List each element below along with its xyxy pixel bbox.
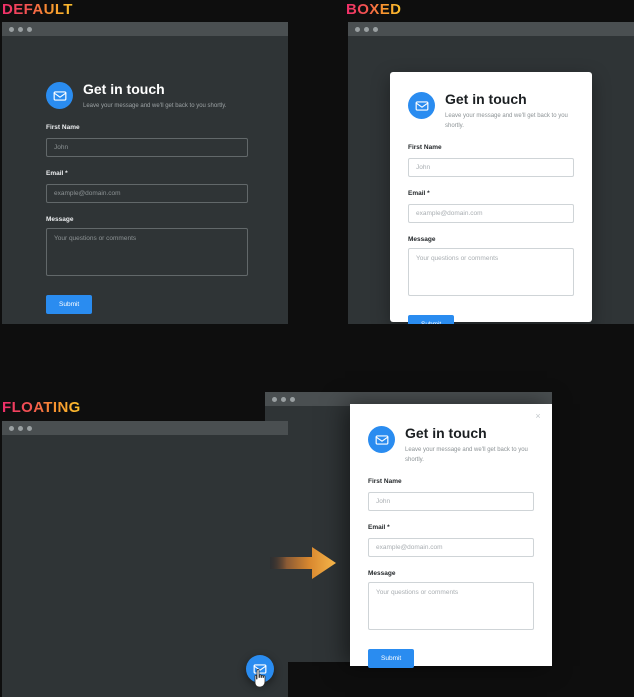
section-label-boxed: BOXED [346, 1, 402, 18]
form-subtitle: Leave your message and we'll get back to… [405, 447, 528, 463]
browser-window-default: Get in touch Leave your message and we'l… [2, 22, 288, 324]
right-arrow-icon [270, 547, 336, 579]
browser-window-floating-before [2, 421, 288, 697]
window-dot-close[interactable] [272, 396, 277, 402]
label-message: Message [368, 570, 396, 577]
first-name-input[interactable] [408, 158, 574, 177]
envelope-icon [368, 426, 395, 453]
contact-form-floating-panel: × Get in touch Leave your message and we… [350, 404, 552, 668]
label-message: Message [408, 236, 436, 243]
form-title: Get in touch [83, 81, 165, 97]
message-textarea[interactable] [408, 248, 574, 296]
label-message: Message [46, 216, 74, 223]
field-first-name: First Name [368, 478, 534, 511]
field-email: Email * [368, 524, 534, 557]
window-dot-maximize[interactable] [290, 396, 295, 402]
window-body: Get in touch Leave your message and we'l… [348, 36, 634, 324]
envelope-icon [46, 82, 73, 109]
form-header: Get in touch Leave your message and we'l… [408, 90, 574, 131]
form-subtitle: Leave your message and we'll get back to… [83, 103, 227, 109]
first-name-input[interactable] [46, 138, 248, 157]
label-email: Email * [408, 190, 430, 197]
label-first-name: First Name [46, 124, 80, 131]
form-header-text: Get in touch Leave your message and we'l… [405, 424, 534, 465]
window-titlebar [2, 22, 288, 36]
form-header-text: Get in touch Leave your message and we'l… [83, 80, 226, 111]
field-message: Message [368, 570, 534, 635]
window-dot-maximize[interactable] [373, 26, 378, 32]
first-name-input[interactable] [368, 492, 534, 511]
window-titlebar [2, 421, 288, 435]
submit-button[interactable]: Submit [408, 315, 455, 324]
form-header: Get in touch Leave your message and we'l… [46, 80, 248, 111]
field-first-name: First Name [408, 144, 574, 177]
section-label-default: DEFAULT [2, 1, 73, 18]
window-dot-minimize[interactable] [364, 26, 369, 32]
window-dot-maximize[interactable] [27, 425, 32, 431]
label-first-name: First Name [408, 144, 442, 151]
form-title: Get in touch [405, 425, 487, 441]
browser-window-boxed: Get in touch Leave your message and we'l… [348, 22, 634, 324]
field-message: Message [46, 216, 248, 281]
window-body: Get in touch Leave your message and we'l… [2, 36, 288, 324]
window-titlebar [348, 22, 634, 36]
submit-button[interactable]: Submit [46, 295, 93, 314]
form-title: Get in touch [445, 91, 527, 107]
contact-form-boxed-card: Get in touch Leave your message and we'l… [390, 72, 592, 324]
window-dot-minimize[interactable] [18, 26, 23, 32]
label-email: Email * [46, 170, 68, 177]
submit-button[interactable]: Submit [368, 649, 415, 668]
field-first-name: First Name [46, 124, 248, 157]
field-email: Email * [46, 170, 248, 203]
email-input[interactable] [46, 184, 248, 203]
floating-contact-button[interactable] [246, 655, 274, 683]
label-email: Email * [368, 524, 390, 531]
form-header: Get in touch Leave your message and we'l… [368, 424, 534, 465]
window-dot-maximize[interactable] [27, 26, 32, 32]
window-dot-close[interactable] [9, 26, 14, 32]
window-body [2, 435, 288, 697]
label-first-name: First Name [368, 478, 402, 485]
envelope-icon [408, 92, 435, 119]
message-textarea[interactable] [368, 582, 534, 630]
close-icon[interactable]: × [532, 410, 544, 422]
window-dot-close[interactable] [9, 425, 14, 431]
window-dot-close[interactable] [355, 26, 360, 32]
message-textarea[interactable] [46, 228, 248, 276]
window-dot-minimize[interactable] [281, 396, 286, 402]
contact-form-default: Get in touch Leave your message and we'l… [46, 80, 248, 314]
envelope-icon [253, 664, 267, 674]
form-subtitle: Leave your message and we'll get back to… [445, 113, 568, 129]
email-input[interactable] [368, 538, 534, 557]
window-dot-minimize[interactable] [18, 425, 23, 431]
section-label-floating: FLOATING [2, 399, 81, 416]
field-message: Message [408, 236, 574, 301]
field-email: Email * [408, 190, 574, 223]
form-header-text: Get in touch Leave your message and we'l… [445, 90, 574, 131]
email-input[interactable] [408, 204, 574, 223]
